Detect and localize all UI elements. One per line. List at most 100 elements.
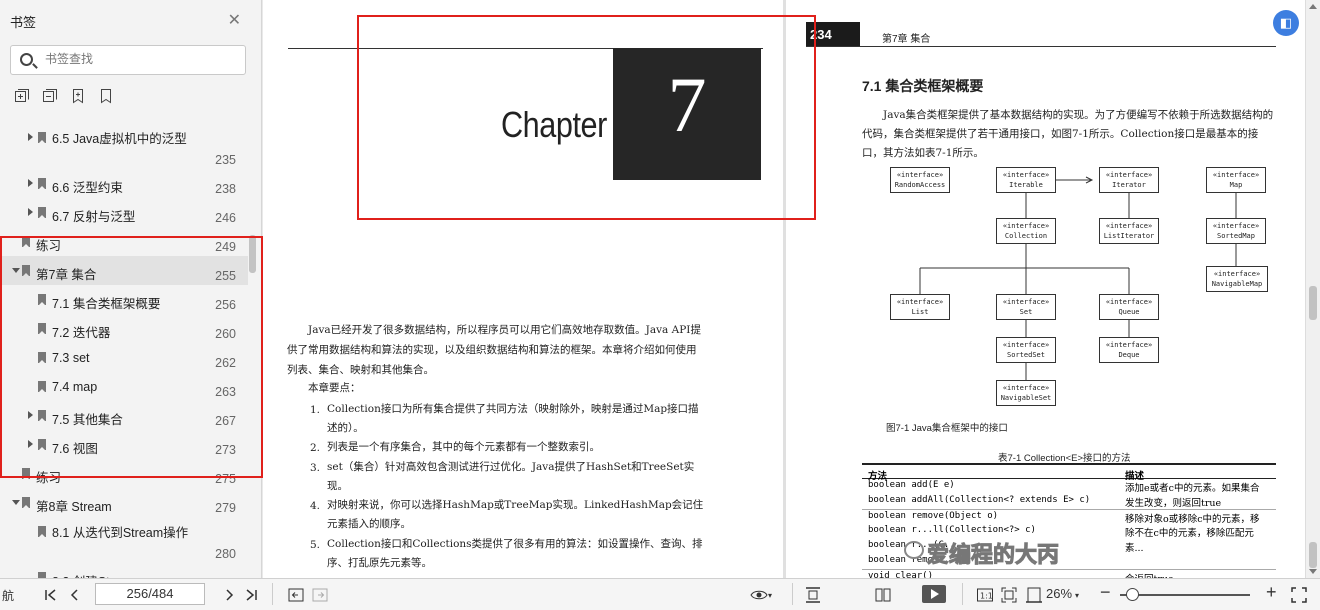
- bookmark-icon: [38, 352, 46, 364]
- bookmark-page-number: 260: [215, 327, 236, 341]
- nav-label: 航: [2, 589, 15, 603]
- bookmark-search-input[interactable]: [45, 52, 235, 66]
- collapsed-arrow-icon[interactable]: [28, 208, 33, 216]
- interface-node: «interface» List: [890, 294, 950, 320]
- fit-page-icon[interactable]: [1000, 586, 1018, 607]
- bookmark-item[interactable]: 7.5 其他集合 267: [0, 401, 248, 430]
- collapsed-arrow-icon[interactable]: [28, 179, 33, 187]
- interface-node: «interface» Iterable: [996, 167, 1056, 193]
- interface-stereotype: «interface»: [1105, 222, 1153, 230]
- single-page-view-icon[interactable]: [804, 586, 822, 607]
- actual-size-icon[interactable]: 1:1: [976, 586, 994, 607]
- description-cell: 发生改变，则返回true: [1125, 498, 1222, 509]
- previous-page-icon[interactable]: [66, 586, 84, 607]
- bookmarks-sidebar: 书签 ✕ 6.5 Java虚拟机中的泛型 235 6.6 泛型约束 238 6.7 反射…: [0, 0, 262, 590]
- expanded-arrow-icon[interactable]: [12, 500, 20, 505]
- read-mode-dropdown-icon[interactable]: ▾: [768, 591, 772, 600]
- interface-name: Queue: [1118, 308, 1140, 316]
- first-page-icon[interactable]: [42, 586, 60, 607]
- interface-name: SortedSet: [1007, 351, 1045, 359]
- bookmark-icon: [38, 323, 46, 335]
- bookmark-item[interactable]: 练习 275: [0, 459, 248, 488]
- bookmark-item[interactable]: 第7章 集合 255: [0, 256, 248, 285]
- document-scrollbar[interactable]: [1305, 0, 1320, 578]
- scroll-up-icon[interactable]: [1309, 4, 1317, 9]
- bookmark-page-number: 262: [215, 356, 236, 370]
- collapsed-arrow-icon[interactable]: [28, 411, 33, 419]
- bookmark-item[interactable]: 7.6 视图 273: [0, 430, 248, 459]
- go-back-icon[interactable]: [287, 586, 305, 607]
- bookmark-label: 6.7 反射与泛型: [52, 210, 136, 224]
- fullscreen-icon[interactable]: [1290, 586, 1308, 607]
- chapter-number-box: 7: [613, 48, 761, 180]
- zoom-out-icon[interactable]: −: [1100, 582, 1111, 603]
- bookmark-label: 8.1 从迭代到Stream操作: [52, 526, 189, 540]
- next-page-icon[interactable]: [220, 586, 238, 607]
- key-points-title: 本章要点：: [308, 382, 361, 394]
- bookmark-item[interactable]: 6.5 Java虚拟机中的泛型 235: [0, 123, 248, 169]
- bookmark-icon[interactable]: [98, 88, 114, 104]
- bookmark-icon: [38, 178, 46, 190]
- key-point-number: 1.: [310, 404, 321, 416]
- interface-stereotype: «interface»: [1105, 171, 1153, 179]
- method-cell: boolean remove(Object o): [868, 511, 999, 521]
- sidebar-scrollbar-thumb[interactable]: [249, 235, 256, 273]
- fit-width-icon[interactable]: [1025, 586, 1043, 607]
- page-number-input[interactable]: 256/484: [95, 583, 205, 605]
- bookmark-icon: [38, 410, 46, 422]
- zoom-in-icon[interactable]: +: [1266, 582, 1277, 603]
- collapsed-arrow-icon[interactable]: [28, 440, 33, 448]
- description-cell: 除不在c中的元素，移除匹配元: [1125, 528, 1254, 539]
- document-scrollbar-thumb-secondary[interactable]: [1309, 542, 1317, 568]
- interface-node: «interface» Map: [1206, 167, 1266, 193]
- key-point-number: 3.: [310, 462, 321, 474]
- collapsed-arrow-icon[interactable]: [28, 133, 33, 141]
- zoom-dropdown[interactable]: 26% ▾: [1046, 586, 1079, 601]
- collapse-all-icon[interactable]: [42, 88, 58, 104]
- method-cell: boolean add(E e): [868, 480, 955, 490]
- sidebar-scrollbar[interactable]: [249, 123, 257, 578]
- interface-stereotype: «interface»: [1212, 222, 1260, 230]
- close-icon[interactable]: ✕: [228, 10, 241, 30]
- bookmark-page-number: 249: [215, 240, 236, 254]
- bookmark-item[interactable]: 7.2 迭代器 260: [0, 314, 248, 343]
- zoom-slider-handle[interactable]: [1126, 588, 1139, 601]
- two-page-view-icon[interactable]: [874, 586, 892, 607]
- scroll-down-icon[interactable]: [1309, 569, 1317, 574]
- document-scrollbar-thumb[interactable]: [1309, 286, 1317, 320]
- read-mode-eye-icon[interactable]: [750, 586, 768, 607]
- table-header: 方法 描述: [862, 463, 1276, 482]
- translate-icon[interactable]: ◧: [1273, 10, 1299, 36]
- add-bookmark-icon[interactable]: [70, 88, 86, 104]
- expand-all-icon[interactable]: [14, 88, 30, 104]
- bookmark-item[interactable]: 6.7 反射与泛型 246: [0, 198, 248, 227]
- bookmark-item[interactable]: 8.1 从迭代到Stream操作 280: [0, 517, 248, 563]
- table-row: boolean remove(Object o) 移除对象o或移除c中的元素，移: [862, 509, 1276, 525]
- go-forward-icon[interactable]: [311, 586, 329, 607]
- svg-text:1:1: 1:1: [980, 592, 993, 601]
- bookmark-label: 练习: [36, 471, 62, 485]
- page-left: Chapter 7 Java已经开发了很多数据结构，所以程序员可以用它们高效地存…: [263, 0, 783, 578]
- zoom-slider[interactable]: [1120, 588, 1250, 601]
- bookmark-tree: 6.5 Java虚拟机中的泛型 235 6.6 泛型约束 238 6.7 反射与泛型 24…: [0, 123, 248, 592]
- last-page-icon[interactable]: [242, 586, 260, 607]
- bookmark-label: 练习: [36, 239, 62, 253]
- bookmark-item[interactable]: 6.6 泛型约束 238: [0, 169, 248, 198]
- bookmark-item[interactable]: 7.4 map 263: [0, 372, 248, 401]
- interface-node: «interface» SortedMap: [1206, 218, 1266, 244]
- table-row: boolean addAll(Collection<? extends E> c…: [862, 494, 1276, 509]
- document-view[interactable]: Chapter 7 Java已经开发了很多数据结构，所以程序员可以用它们高效地存…: [263, 0, 1305, 578]
- bookmark-item[interactable]: 第8章 Stream 279: [0, 488, 248, 517]
- toolbar-divider: [962, 583, 963, 605]
- bookmark-item[interactable]: 练习 249: [0, 227, 248, 256]
- bookmark-page-number: 263: [215, 385, 236, 399]
- bookmark-item[interactable]: 7.3 set 262: [0, 343, 248, 372]
- bookmark-page-number: 246: [215, 211, 236, 225]
- bookmark-item[interactable]: 7.1 集合类框架概要 256: [0, 285, 248, 314]
- expanded-arrow-icon[interactable]: [12, 268, 20, 273]
- zoom-level: 26%: [1046, 586, 1073, 601]
- bookmark-search-box[interactable]: [10, 45, 246, 75]
- play-slideshow-button[interactable]: [922, 585, 946, 603]
- bookmark-label: 7.5 其他集合: [52, 413, 123, 427]
- methods-table: 方法 描述 boolean add(E e) 添加e或者c中的元素。如果集合 boo…: [862, 463, 1276, 578]
